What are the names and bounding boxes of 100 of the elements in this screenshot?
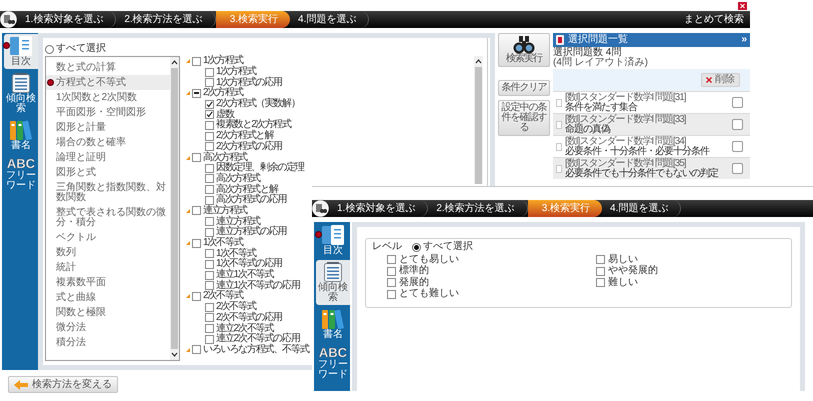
- sidebar-item[interactable]: ABC フリーワード: [316, 344, 350, 382]
- checkbox[interactable]: [596, 255, 605, 264]
- delete-button[interactable]: 削除: [701, 73, 740, 87]
- chevron-down-icon[interactable]: [171, 351, 178, 358]
- unit-item[interactable]: 三角関数と指数関数、対数関数: [46, 180, 170, 205]
- scrollbar[interactable]: [170, 57, 179, 360]
- expand-arrow-icon[interactable]: [186, 241, 190, 246]
- checkbox[interactable]: [387, 266, 396, 276]
- radio-button[interactable]: [45, 44, 54, 54]
- checkbox[interactable]: [192, 56, 201, 66]
- expand-arrow-icon[interactable]: [186, 91, 190, 96]
- sidebar-item[interactable]: ABC フリーワード: [4, 155, 38, 193]
- scrollbar[interactable]: [474, 56, 483, 184]
- expand-arrow-icon[interactable]: [186, 156, 190, 160]
- sidebar-item[interactable]: 傾向検索: [4, 71, 38, 116]
- sidebar-item[interactable]: 書名: [316, 307, 350, 342]
- checkbox[interactable]: [205, 78, 214, 88]
- step-tab[interactable]: 2.検索方法を選ぶ: [116, 11, 216, 28]
- question-row[interactable]: [数I]スタンダード数学I 問題[35] 必要条件でも十分条件でもないの判定: [553, 157, 750, 179]
- checkbox[interactable]: [596, 266, 605, 276]
- back-button[interactable]: 検索方法を変える: [8, 376, 118, 393]
- step-tab[interactable]: 4.問題を選ぶ: [290, 11, 370, 28]
- sidebar-item[interactable]: 目次: [316, 223, 350, 258]
- checkbox[interactable]: [192, 88, 201, 98]
- unit-item[interactable]: 図形と計量: [46, 120, 170, 135]
- question-row[interactable]: [数I]スタンダード数学I 問題[31] 条件を満たす集合: [553, 91, 750, 113]
- checkbox[interactable]: [387, 290, 396, 299]
- checkbox[interactable]: [205, 334, 214, 344]
- step-tab[interactable]: 1.検索対象を選ぶ: [17, 11, 116, 28]
- search-button[interactable]: 検索実行: [498, 33, 550, 67]
- step-tab[interactable]: 2.検索方法を選ぶ: [428, 200, 528, 217]
- checkbox[interactable]: [192, 345, 201, 354]
- checkbox[interactable]: [205, 110, 214, 120]
- question-row[interactable]: [数I]スタンダード数学I 問題[33] 命題の真偽: [553, 113, 750, 135]
- unit-item[interactable]: ベクトル: [46, 230, 170, 245]
- checkbox[interactable]: [205, 270, 214, 280]
- checkbox[interactable]: [387, 278, 396, 288]
- checkbox[interactable]: [732, 97, 743, 108]
- close-icon[interactable]: [738, 2, 747, 10]
- checkbox[interactable]: [387, 255, 396, 264]
- checkbox[interactable]: [205, 185, 214, 194]
- collapse-button[interactable]: »: [741, 35, 747, 45]
- topic-label: 高次方程式: [203, 152, 248, 163]
- checkbox[interactable]: [205, 120, 214, 130]
- checkbox[interactable]: [732, 163, 743, 174]
- checkbox[interactable]: [205, 196, 214, 205]
- unit-item[interactable]: 数と式の計算: [46, 60, 170, 75]
- checkbox[interactable]: [205, 68, 214, 77]
- checkbox[interactable]: [205, 217, 214, 226]
- unit-item[interactable]: 整式で表される関数の微分・積分: [46, 205, 170, 230]
- unit-item[interactable]: 統計: [46, 260, 170, 275]
- checkbox[interactable]: [205, 174, 214, 184]
- batch-search-link[interactable]: まとめて検索: [684, 12, 750, 27]
- unit-item[interactable]: 1次関数と2次関数: [46, 90, 170, 105]
- unit-item[interactable]: 関数と極限: [46, 305, 170, 320]
- sidebar-item[interactable]: 書名: [4, 118, 38, 153]
- expand-arrow-icon[interactable]: [186, 294, 190, 298]
- checkbox[interactable]: [205, 249, 214, 258]
- checkbox[interactable]: [205, 100, 214, 109]
- chevron-up-icon[interactable]: [475, 58, 482, 65]
- checkbox[interactable]: [205, 164, 214, 173]
- step-tab[interactable]: 1.検索対象を選ぶ: [329, 200, 428, 217]
- checkbox[interactable]: [192, 206, 201, 216]
- checkbox[interactable]: [205, 132, 214, 141]
- checkbox[interactable]: [205, 281, 214, 290]
- step-tab[interactable]: 4.問題を選ぶ: [602, 200, 682, 217]
- unit-item[interactable]: 微分法: [46, 320, 170, 335]
- checkbox[interactable]: [205, 228, 214, 237]
- question-row[interactable]: [数I]スタンダード数学I 問題[34] 必要条件・十分条件・必要十分条件: [553, 135, 750, 157]
- scrollbar-thumb[interactable]: [171, 68, 178, 349]
- expand-arrow-icon[interactable]: [186, 59, 190, 64]
- radio-button[interactable]: [412, 242, 421, 252]
- action-button[interactable]: 設定中の条件を確認する: [498, 100, 550, 136]
- unit-item[interactable]: 方程式と不等式: [46, 75, 170, 90]
- checkbox[interactable]: [205, 260, 214, 269]
- checkbox[interactable]: [205, 302, 214, 312]
- sidebar-item[interactable]: 目次: [4, 34, 38, 69]
- checkbox[interactable]: [596, 278, 605, 288]
- chevron-up-icon[interactable]: [171, 59, 178, 66]
- action-button[interactable]: 条件クリア: [498, 80, 550, 96]
- sidebar-item[interactable]: 傾向検索: [316, 260, 350, 305]
- checkbox[interactable]: [205, 313, 214, 322]
- checkbox[interactable]: [732, 119, 743, 130]
- unit-item[interactable]: 場合の数と確率: [46, 135, 170, 150]
- checkbox[interactable]: [192, 292, 201, 301]
- unit-item[interactable]: 図形と式: [46, 165, 170, 180]
- unit-item[interactable]: 論理と証明: [46, 150, 170, 165]
- checkbox[interactable]: [192, 238, 201, 248]
- unit-item[interactable]: 式と曲線: [46, 290, 170, 305]
- checkbox[interactable]: [205, 324, 214, 334]
- checkbox[interactable]: [732, 141, 743, 152]
- expand-arrow-icon[interactable]: [186, 348, 190, 352]
- unit-item[interactable]: 積分法: [46, 335, 170, 350]
- expand-arrow-icon[interactable]: [186, 208, 190, 213]
- checkbox[interactable]: [205, 142, 214, 152]
- unit-item[interactable]: 複素数平面: [46, 275, 170, 290]
- scrollbar-thumb[interactable]: [475, 67, 482, 184]
- unit-item[interactable]: 数列: [46, 245, 170, 260]
- unit-item[interactable]: 平面図形・空間図形: [46, 105, 170, 120]
- checkbox[interactable]: [192, 153, 201, 162]
